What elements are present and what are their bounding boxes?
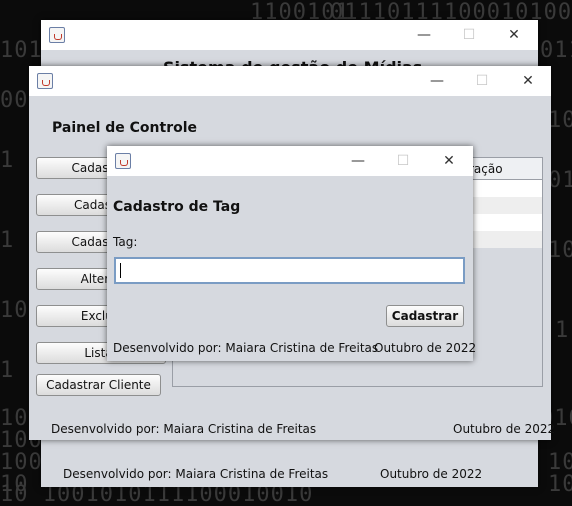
footer-date: Outubro de 2022 <box>380 467 483 481</box>
binary-row: 010 <box>548 168 572 193</box>
footer-developer: Desenvolvido por: Maiara Cristina de Fre… <box>113 341 379 355</box>
minimize-button[interactable]: — <box>401 20 447 50</box>
page-title: Painel de Controle <box>52 120 198 136</box>
binary-row: 1 <box>555 318 570 343</box>
binary-row: 1 <box>0 358 15 383</box>
binary-row: 1011 <box>548 238 572 263</box>
java-app-icon <box>37 73 53 89</box>
cadastrar-cliente-button[interactable]: Cadastrar Cliente <box>36 374 161 396</box>
minimize-button[interactable]: — <box>335 146 381 176</box>
maximize-button[interactable]: ☐ <box>446 20 492 50</box>
java-app-icon <box>115 153 131 169</box>
tag-label: Tag: <box>113 235 138 249</box>
tag-input[interactable] <box>114 257 465 284</box>
java-app-icon <box>49 27 65 43</box>
close-button[interactable]: ✕ <box>491 20 537 50</box>
text-cursor <box>120 263 121 278</box>
binary-row: 100 <box>548 472 572 497</box>
cadastrar-tag-button[interactable]: Cadastrar <box>386 305 464 327</box>
binary-row: 0111 <box>540 38 572 63</box>
binary-row: 1 <box>0 148 15 173</box>
binary-row: 100 <box>0 450 43 475</box>
footer-date: Outubro de 2022 <box>374 341 477 355</box>
maximize-button[interactable]: ☐ <box>459 66 505 96</box>
binary-row: 10 <box>548 450 572 475</box>
dialog-title: Cadastro de Tag <box>113 199 241 215</box>
close-button[interactable]: ✕ <box>505 66 551 96</box>
footer-developer: Desenvolvido por: Maiara Cristina de Fre… <box>63 467 329 481</box>
binary-row: 1 <box>0 228 15 253</box>
footer-date: Outubro de 2022 <box>453 422 556 436</box>
footer-developer: Desenvolvido por: Maiara Cristina de Fre… <box>51 422 317 436</box>
binary-row: 10 1001010111100010010 <box>0 482 314 506</box>
back-window-titlebar: — ☐ ✕ <box>41 20 538 50</box>
control-panel-titlebar: — ☐ ✕ <box>29 66 551 96</box>
binary-row: 10 <box>0 298 29 323</box>
maximize-button[interactable]: ☐ <box>380 146 426 176</box>
minimize-button[interactable]: — <box>414 66 460 96</box>
close-button[interactable]: ✕ <box>426 146 472 176</box>
binary-row: 1001 <box>548 108 572 133</box>
tag-dialog: — ☐ ✕ Cadastro de Tag Tag: Cadastrar Des… <box>107 146 477 361</box>
table-header-cell: ração <box>469 162 503 176</box>
tag-dialog-titlebar: — ☐ ✕ <box>107 146 473 176</box>
